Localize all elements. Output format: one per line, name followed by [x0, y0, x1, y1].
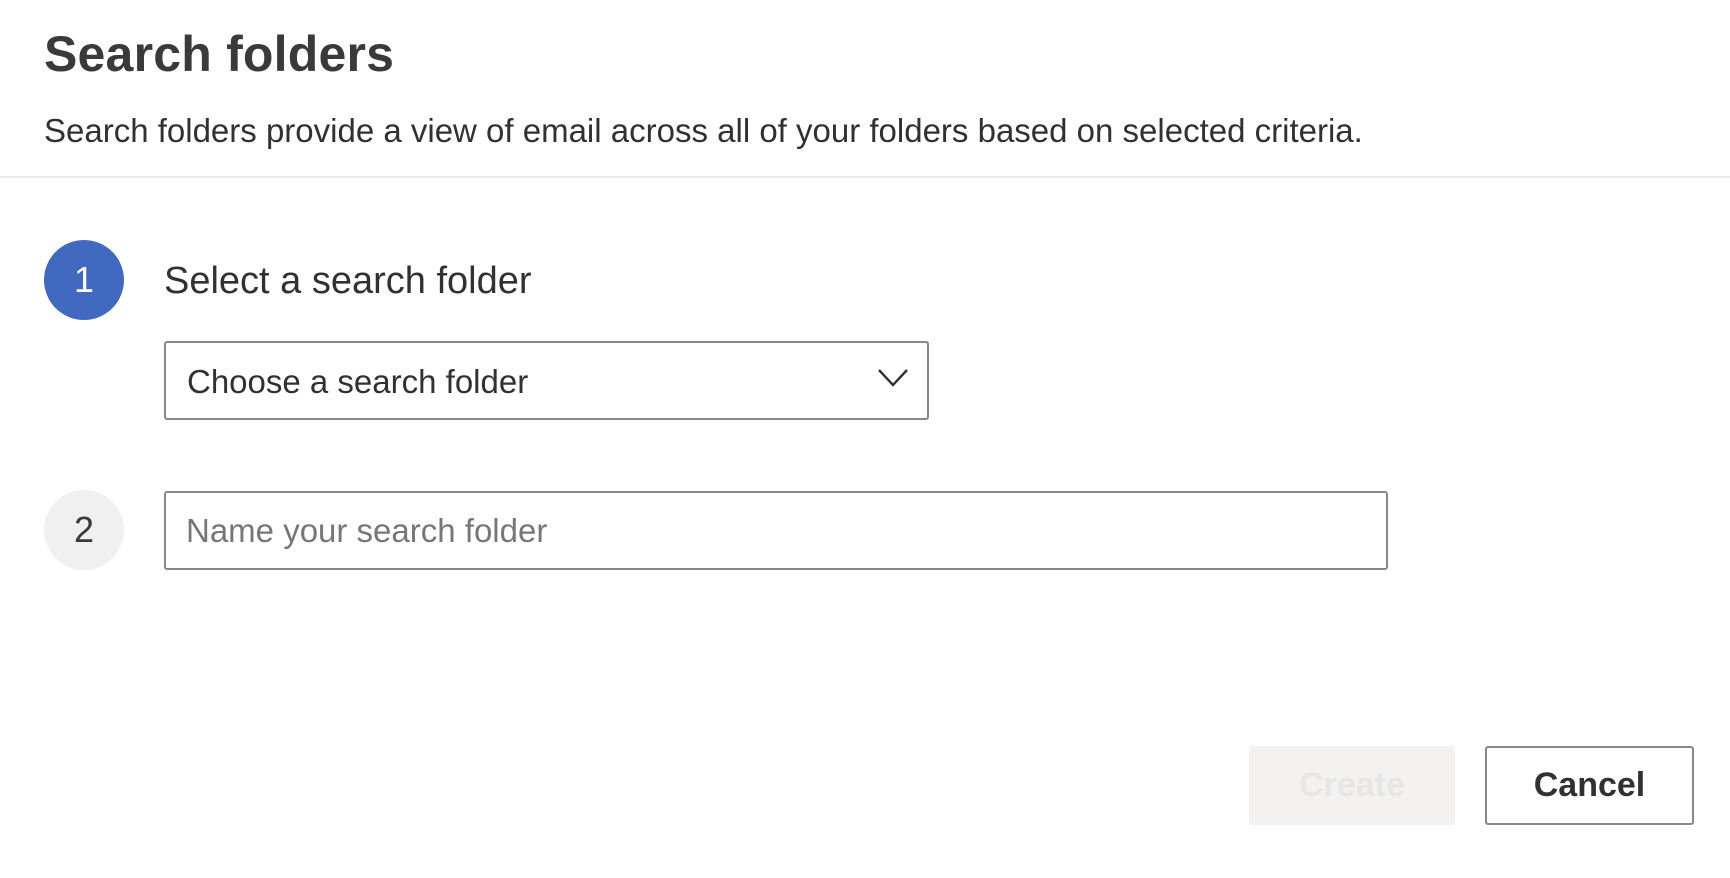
dialog-header: Search folders Search folders provide a …: [0, 0, 1730, 178]
step-1-label: Select a search folder: [164, 260, 532, 302]
step-2-indicator: 2: [44, 490, 124, 570]
dialog-subtitle: Search folders provide a view of email a…: [44, 112, 1363, 149]
step-1-indicator: 1: [44, 240, 124, 320]
cancel-button[interactable]: Cancel: [1485, 746, 1694, 825]
dialog-title: Search folders: [44, 26, 395, 82]
create-button[interactable]: Create: [1249, 746, 1455, 825]
search-folder-name-input[interactable]: [164, 491, 1388, 570]
search-folder-dropdown[interactable]: Choose a search folder: [164, 341, 929, 420]
chevron-down-icon: [878, 369, 908, 387]
search-folder-dropdown-value: Choose a search folder: [187, 363, 529, 400]
search-folders-dialog: Search folders Search folders provide a …: [0, 0, 1730, 878]
